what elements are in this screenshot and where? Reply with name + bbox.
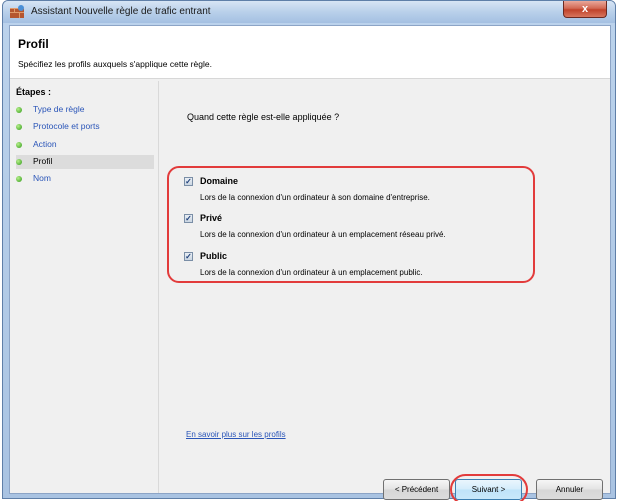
option-description: Lors de la connexion d'un ordinateur à s… [200, 193, 430, 202]
step-profil[interactable]: Profil [16, 155, 154, 169]
public-checkbox[interactable]: ✓ [184, 252, 193, 261]
previous-button[interactable]: < Précédent [383, 479, 450, 500]
steps-title: Étapes : [16, 87, 52, 97]
domaine-checkbox[interactable]: ✓ [184, 177, 193, 186]
step-label: Nom [33, 173, 51, 183]
title-bar[interactable]: Assistant Nouvelle règle de trafic entra… [3, 1, 615, 23]
step-label: Type de règle [33, 104, 85, 114]
steps-panel: Étapes : Type de règle Protocole et port… [10, 81, 158, 493]
option-description: Lors de la connexion d'un ordinateur à u… [200, 268, 423, 277]
step-type-de-regle[interactable]: Type de règle [16, 103, 154, 117]
step-nom[interactable]: Nom [16, 172, 154, 186]
page-header: Profil Spécifiez les profils auxquels s'… [10, 26, 610, 79]
step-action[interactable]: Action [16, 138, 154, 152]
step-bullet-icon [16, 124, 22, 130]
step-bullet-icon [16, 159, 22, 165]
next-button-highlight [450, 474, 528, 501]
step-label: Profil [33, 156, 53, 166]
wizard-client: Profil Spécifiez les profils auxquels s'… [9, 25, 611, 501]
page-subtitle: Spécifiez les profils auxquels s'appliqu… [18, 59, 212, 69]
firewall-icon [10, 5, 24, 18]
step-bullet-icon [16, 107, 22, 113]
close-button[interactable]: x [563, 1, 607, 18]
step-bullet-icon [16, 176, 22, 182]
option-label: Domaine [200, 176, 239, 186]
prive-checkbox[interactable]: ✓ [184, 214, 193, 223]
window-title: Assistant Nouvelle règle de trafic entra… [31, 6, 211, 17]
content-panel: Quand cette règle est-elle appliquée ? ✓… [158, 81, 610, 501]
cancel-button[interactable]: Annuler [536, 479, 603, 500]
option-description: Lors de la connexion d'un ordinateur à u… [200, 230, 446, 239]
step-label: Action [33, 139, 57, 149]
question-text: Quand cette règle est-elle appliquée ? [187, 112, 340, 122]
step-label: Protocole et ports [33, 121, 100, 131]
wizard-window: Assistant Nouvelle règle de trafic entra… [2, 0, 616, 501]
step-protocole-et-ports[interactable]: Protocole et ports [16, 120, 154, 134]
profiles-help-link[interactable]: En savoir plus sur les profils [186, 430, 286, 439]
step-bullet-icon [16, 142, 22, 148]
option-label: Public [200, 251, 228, 261]
page-title: Profil [18, 37, 49, 51]
option-label: Privé [200, 213, 223, 223]
